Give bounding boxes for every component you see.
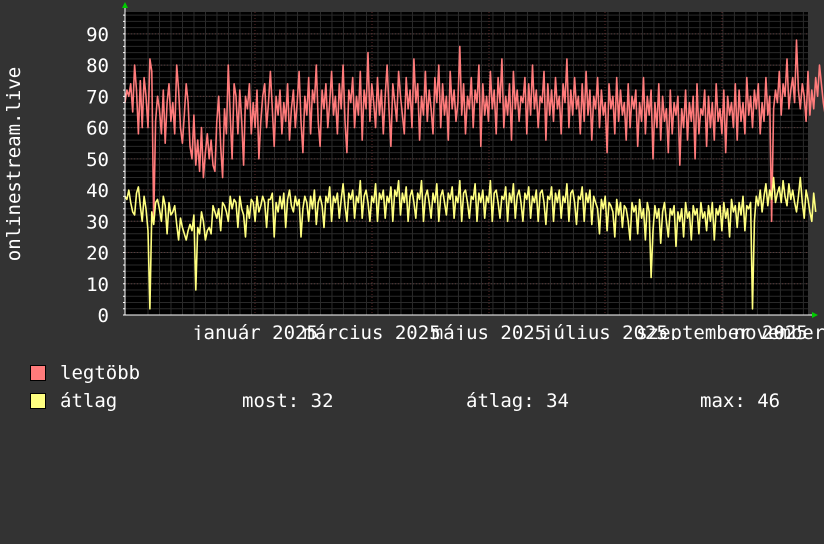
legend-label-avg: átlag [60,390,118,412]
y-tick-label: 80 [86,55,109,77]
x-tick-label: november 2025 [734,322,824,340]
x-tick-label: január 2025 [192,322,318,340]
legend-label-max: legtöbb [60,362,141,384]
y-tick-label: 40 [86,180,109,202]
stat-avg: átlag: 34 [466,390,569,412]
legend-item-max: legtöbb [30,362,824,386]
stat-max: max: 46 [700,390,781,412]
y-tick-label: 60 [86,118,109,140]
legend-swatch-avg [30,393,46,409]
y-tick-label: 70 [86,86,109,108]
y-tick-label: 20 [86,243,109,265]
legend-item-avg: átlag most: 32 átlag: 34 max: 46 [30,390,824,414]
y-tick-label: 10 [86,274,109,296]
plot-background [125,12,808,315]
y-tick-label: 30 [86,211,109,233]
y-tick-label: 0 [98,305,109,327]
legend-swatch-max [30,365,46,381]
stat-now: most: 32 [242,390,334,412]
y-axis-arrow [122,2,128,8]
x-axis-arrow [812,312,818,318]
x-tick-label: március 2025 [303,322,440,340]
y-tick-label: 50 [86,149,109,171]
y-axis-label: onlinestream.live [3,67,25,261]
chart: 0 10 20 30 40 50 60 70 80 90 január 2025március 20… [3,2,824,340]
legend: legtöbb átlag most: 32 átlag: 34 max: 46 [30,362,780,428]
grid [124,12,808,316]
y-tick-label: 90 [86,24,109,46]
x-tick-label: május 2025 [432,322,546,340]
